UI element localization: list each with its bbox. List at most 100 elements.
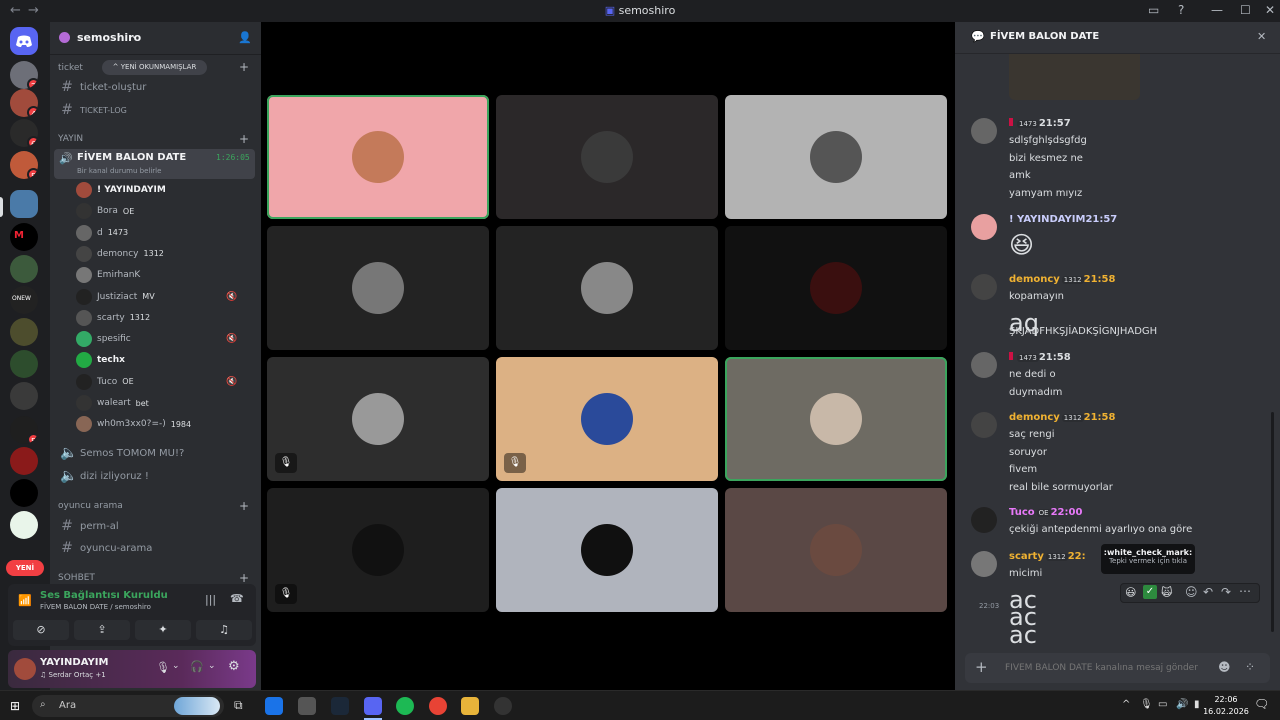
username[interactable]: YAYINDAYIM: [40, 657, 108, 668]
spotify-icon[interactable]: [396, 697, 414, 715]
scrollbar[interactable]: [1271, 412, 1274, 632]
chevron-down-icon[interactable]: ⌄: [208, 661, 216, 671]
message-input[interactable]: [1005, 660, 1205, 676]
category-oyuncu-arama[interactable]: oyuncu arama: [58, 501, 123, 511]
chrome-icon[interactable]: [429, 697, 447, 715]
new-unread-pill[interactable]: YENİ: [6, 560, 44, 576]
chevron-down-icon[interactable]: ⌄: [172, 661, 180, 671]
inbox-icon[interactable]: ▭: [1148, 3, 1159, 17]
server-icon[interactable]: M: [10, 223, 38, 251]
voice-user[interactable]: techx: [76, 351, 125, 369]
voice-user[interactable]: waleart bet: [76, 394, 149, 412]
activities-button[interactable]: ✦: [135, 620, 191, 640]
avatar[interactable]: [971, 412, 997, 438]
channel-status[interactable]: Bir kanal durumu belirle: [77, 167, 161, 175]
voice-channel[interactable]: 🔈 dizi izliyoruz !: [60, 468, 149, 484]
channel-ticket-log[interactable]: # TICKET-LOG: [60, 102, 127, 118]
channel-ticket-olustur[interactable]: # ticket-oluştur: [60, 79, 146, 95]
maximize-icon[interactable]: ☐: [1240, 3, 1251, 17]
disconnect-icon[interactable]: ☎: [230, 592, 244, 605]
apps-icon[interactable]: ⁘: [1245, 660, 1255, 674]
reaction-emoji-icon[interactable]: 😃: [1125, 586, 1136, 599]
reply-icon[interactable]: ↶: [1203, 585, 1213, 599]
video-tile[interactable]: [496, 226, 718, 350]
voice-user[interactable]: scarty 1312: [76, 309, 150, 327]
channel-perm-al[interactable]: # perm-al: [60, 518, 119, 534]
voice-user[interactable]: wh0m3xx0?=-) 1984: [76, 415, 191, 433]
video-tile[interactable]: 🎙: [267, 488, 489, 612]
video-tile[interactable]: [267, 226, 489, 350]
server-icon[interactable]: [10, 479, 38, 507]
author-name[interactable]: demoncy: [1009, 274, 1060, 285]
taskbar-search[interactable]: ⌕ Ara: [32, 695, 224, 717]
noise-suppression-icon[interactable]: |||: [205, 593, 216, 606]
voice-location[interactable]: FİVEM BALON DATE / semoshiro: [40, 603, 151, 611]
avatar[interactable]: [971, 118, 997, 144]
add-member-icon[interactable]: 👤: [238, 31, 252, 44]
category-sohbet[interactable]: SOHBET: [58, 573, 95, 583]
clock-date[interactable]: 16.02.2026: [1200, 707, 1252, 716]
server-icon[interactable]: [10, 350, 38, 378]
more-options-icon[interactable]: ⋯: [1239, 584, 1251, 598]
soundboard-button[interactable]: ♫: [196, 620, 252, 640]
check-mark-reaction-icon[interactable]: ✓: [1143, 585, 1157, 599]
microphone-icon[interactable]: 🎙: [156, 661, 170, 674]
author-name[interactable]: scarty: [1009, 551, 1044, 562]
voice-user[interactable]: Tuco OE 🔇: [76, 373, 237, 391]
voice-user[interactable]: ! YAYINDAYIM: [76, 181, 166, 199]
image-attachment[interactable]: [1009, 54, 1140, 100]
discord-taskbar-icon[interactable]: [364, 697, 382, 715]
voice-user[interactable]: Bora OE: [76, 202, 134, 220]
server-icon[interactable]: [10, 382, 38, 410]
avatar[interactable]: [971, 507, 997, 533]
server-icon[interactable]: [10, 255, 38, 283]
tray-chevron-icon[interactable]: ^: [1122, 699, 1130, 710]
outlook-icon[interactable]: [265, 697, 283, 715]
file-explorer-icon[interactable]: [461, 697, 479, 715]
add-channel-icon[interactable]: +: [239, 132, 249, 146]
volume-icon[interactable]: 🔊: [1176, 699, 1188, 710]
avatar[interactable]: [971, 214, 997, 240]
emoji-picker-icon[interactable]: ☻: [1218, 660, 1231, 674]
unread-pill[interactable]: ^ YENİ OKUNMAMIŞLAR: [102, 60, 207, 75]
add-attachment-icon[interactable]: +: [975, 658, 988, 676]
video-tile[interactable]: [725, 95, 947, 219]
headphones-icon[interactable]: 🎧: [190, 660, 204, 673]
server-icon[interactable]: 6: [10, 119, 38, 147]
add-channel-icon[interactable]: +: [239, 60, 249, 74]
video-tile[interactable]: [725, 226, 947, 350]
avatar[interactable]: [971, 551, 997, 577]
add-reaction-icon[interactable]: ☺: [1185, 585, 1198, 599]
voice-user[interactable]: spesific 🔇: [76, 330, 237, 348]
avatar[interactable]: [971, 352, 997, 378]
video-tile[interactable]: [496, 95, 718, 219]
add-channel-icon[interactable]: +: [239, 571, 249, 585]
minimize-icon[interactable]: —: [1211, 3, 1223, 17]
video-tile[interactable]: [725, 357, 947, 481]
home-discord-icon[interactable]: [10, 27, 38, 55]
voice-channel[interactable]: 🔈 Semos TOMOM MU!?: [60, 445, 184, 461]
author-name[interactable]: demoncy: [1009, 412, 1060, 423]
server-icon[interactable]: [10, 190, 38, 218]
network-icon[interactable]: ▭: [1158, 699, 1167, 710]
avatar[interactable]: [14, 658, 36, 680]
camera-off-button[interactable]: ⊘: [13, 620, 69, 640]
video-tile[interactable]: [496, 488, 718, 612]
voice-status[interactable]: Ses Bağlantısı Kuruldu: [40, 590, 168, 601]
help-icon[interactable]: ?: [1178, 3, 1184, 17]
reaction-emoji-icon[interactable]: 🙀: [1161, 586, 1172, 599]
video-tile[interactable]: 🎙: [267, 357, 489, 481]
server-icon[interactable]: 4: [10, 89, 38, 117]
server-icon[interactable]: 5: [10, 416, 38, 444]
active-voice-channel[interactable]: 🔊 FİVEM BALON DATE 1:26:05 Bir kanal dur…: [54, 149, 255, 179]
server-icon[interactable]: [10, 318, 38, 346]
video-tile[interactable]: [725, 488, 947, 612]
voice-user[interactable]: Justiziact MV 🔇: [76, 288, 237, 306]
windows-start-icon[interactable]: ⊞: [10, 699, 20, 713]
forward-icon[interactable]: ↷: [1221, 585, 1231, 599]
video-tile[interactable]: [267, 95, 489, 219]
author-name[interactable]: ! YAYINDAYIM: [1009, 214, 1085, 225]
settings-gear-icon[interactable]: ⚙: [228, 659, 240, 674]
voice-user[interactable]: demoncy 1312: [76, 245, 164, 263]
close-window-icon[interactable]: ✕: [1265, 3, 1275, 17]
